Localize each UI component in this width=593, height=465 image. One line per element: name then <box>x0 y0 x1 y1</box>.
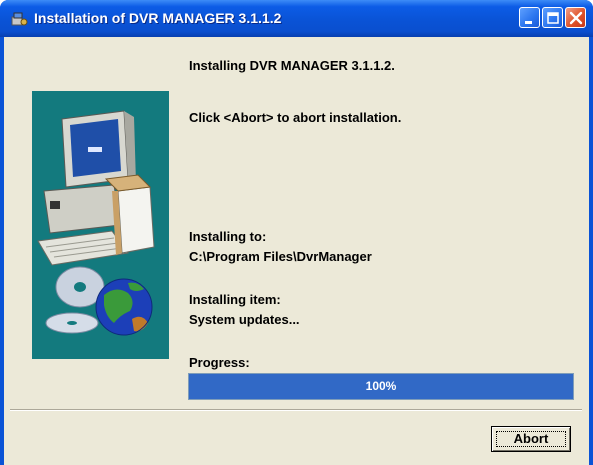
install-item-label: Installing item: <box>189 292 281 307</box>
maximize-button[interactable] <box>542 7 563 28</box>
separator-line <box>10 409 582 411</box>
cd-icon <box>45 266 105 334</box>
title-bar[interactable]: Installation of DVR MANAGER 3.1.1.2 <box>0 0 593 37</box>
maximize-icon <box>547 12 559 24</box>
minimize-button[interactable] <box>519 7 540 28</box>
installer-icon <box>11 12 28 26</box>
progress-percent-text: 100% <box>365 379 397 393</box>
computer-icon <box>37 110 155 266</box>
window-title: Installation of DVR MANAGER 3.1.1.2 <box>34 10 282 26</box>
abort-button[interactable]: Abort <box>491 426 571 452</box>
setup-graphic-panel <box>32 91 169 359</box>
install-location-label: Installing to: <box>189 229 267 244</box>
install-location-value: C:\Program Files\DvrManager <box>189 249 372 264</box>
install-heading: Installing DVR MANAGER 3.1.1.2. <box>189 58 395 73</box>
progress-label: Progress: <box>189 355 250 370</box>
minimize-icon <box>525 21 532 24</box>
install-item-value: System updates... <box>189 312 300 327</box>
progress-bar: 100% <box>188 373 574 400</box>
dialog-client-area: Installing DVR MANAGER 3.1.1.2. Click <A… <box>4 37 589 465</box>
focus-rectangle <box>496 431 566 447</box>
globe-icon <box>95 278 153 336</box>
abort-hint-text: Click <Abort> to abort installation. <box>189 110 402 125</box>
close-button[interactable] <box>565 7 586 28</box>
installer-window: Installation of DVR MANAGER 3.1.1.2 Inst… <box>0 0 593 465</box>
close-icon <box>569 11 583 25</box>
